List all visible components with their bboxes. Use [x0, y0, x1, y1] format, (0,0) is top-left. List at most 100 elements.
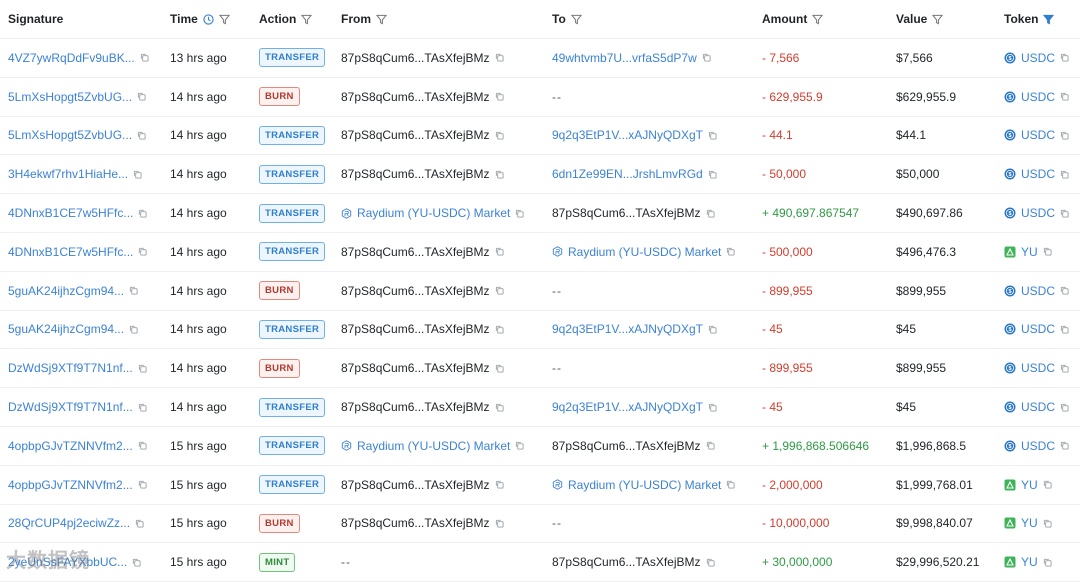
to-address[interactable]: 9q2q3EtP1V...xAJNyQDXgT — [552, 128, 703, 142]
token-link[interactable]: YU — [1021, 245, 1038, 259]
copy-icon[interactable] — [515, 441, 524, 450]
token-link[interactable]: YU — [1021, 516, 1038, 530]
from-address[interactable]: 87pS8qCum6...TAsXfejBMz — [341, 128, 490, 142]
signature-link[interactable]: 4DNnxB1CE7w5HFfc... — [8, 206, 133, 220]
copy-icon[interactable] — [129, 325, 138, 334]
copy-icon[interactable] — [706, 558, 715, 567]
copy-icon[interactable] — [495, 286, 504, 295]
from-address[interactable]: 87pS8qCum6...TAsXfejBMz — [341, 51, 490, 65]
token-link[interactable]: USDC — [1021, 206, 1055, 220]
copy-icon[interactable] — [1043, 247, 1052, 256]
copy-icon[interactable] — [515, 209, 524, 218]
signature-link[interactable]: 3H4ekwf7rhv1HiaHe... — [8, 167, 128, 181]
to-address[interactable]: 87pS8qCum6...TAsXfejBMz — [552, 439, 701, 453]
token-link[interactable]: USDC — [1021, 90, 1055, 104]
signature-link[interactable]: 4opbpGJvTZNNVfm2... — [8, 439, 133, 453]
copy-icon[interactable] — [138, 364, 147, 373]
to-address[interactable]: 9q2q3EtP1V...xAJNyQDXgT — [552, 322, 703, 336]
copy-icon[interactable] — [495, 92, 504, 101]
copy-icon[interactable] — [706, 441, 715, 450]
copy-icon[interactable] — [1060, 209, 1069, 218]
copy-icon[interactable] — [1060, 286, 1069, 295]
copy-icon[interactable] — [138, 480, 147, 489]
copy-icon[interactable] — [726, 480, 735, 489]
filter-icon[interactable] — [218, 14, 230, 25]
filter-active-icon[interactable] — [1043, 14, 1055, 25]
signature-link[interactable]: 5LmXsHopgt5ZvbUG... — [8, 90, 132, 104]
token-link[interactable]: USDC — [1021, 51, 1055, 65]
signature-link[interactable]: 5guAK24ijhzCgm94... — [8, 284, 124, 298]
signature-link[interactable]: DzWdSj9XTf9T7N1nf... — [8, 361, 133, 375]
copy-icon[interactable] — [495, 170, 504, 179]
copy-icon[interactable] — [708, 170, 717, 179]
signature-link[interactable]: DzWdSj9XTf9T7N1nf... — [8, 400, 133, 414]
from-address[interactable]: 87pS8qCum6...TAsXfejBMz — [341, 90, 490, 104]
to-address[interactable]: 49whtvmb7U...vrfaS5dP7w — [552, 51, 697, 65]
token-link[interactable]: YU — [1021, 478, 1038, 492]
from-address[interactable]: 87pS8qCum6...TAsXfejBMz — [341, 284, 490, 298]
signature-link[interactable]: 4opbpGJvTZNNVfm2... — [8, 478, 133, 492]
copy-icon[interactable] — [138, 247, 147, 256]
token-link[interactable]: USDC — [1021, 167, 1055, 181]
to-address[interactable]: 87pS8qCum6...TAsXfejBMz — [552, 206, 701, 220]
copy-icon[interactable] — [708, 403, 717, 412]
from-address[interactable]: 87pS8qCum6...TAsXfejBMz — [341, 400, 490, 414]
copy-icon[interactable] — [138, 209, 147, 218]
filter-icon[interactable] — [301, 14, 313, 25]
filter-icon[interactable] — [570, 14, 582, 25]
to-address[interactable]: Raydium (YU-USDC) Market — [568, 245, 721, 259]
copy-icon[interactable] — [708, 325, 717, 334]
copy-icon[interactable] — [1060, 325, 1069, 334]
copy-icon[interactable] — [726, 247, 735, 256]
from-address[interactable]: 87pS8qCum6...TAsXfejBMz — [341, 478, 490, 492]
copy-icon[interactable] — [1060, 131, 1069, 140]
copy-icon[interactable] — [495, 364, 504, 373]
to-address[interactable]: 6dn1Ze99EN...JrshLmvRGd — [552, 167, 703, 181]
token-link[interactable]: USDC — [1021, 361, 1055, 375]
from-address[interactable]: Raydium (YU-USDC) Market — [357, 439, 510, 453]
filter-icon[interactable] — [376, 14, 387, 25]
copy-icon[interactable] — [495, 480, 504, 489]
signature-link[interactable]: 5LmXsHopgt5ZvbUG... — [8, 128, 132, 142]
token-link[interactable]: USDC — [1021, 439, 1055, 453]
copy-icon[interactable] — [133, 170, 142, 179]
from-address[interactable]: 87pS8qCum6...TAsXfejBMz — [341, 245, 490, 259]
from-address[interactable]: Raydium (YU-USDC) Market — [357, 206, 510, 220]
copy-icon[interactable] — [1043, 480, 1052, 489]
token-link[interactable]: YU — [1021, 555, 1038, 569]
copy-icon[interactable] — [138, 403, 147, 412]
copy-icon[interactable] — [1060, 441, 1069, 450]
copy-icon[interactable] — [708, 131, 717, 140]
filter-icon[interactable] — [812, 14, 824, 25]
copy-icon[interactable] — [495, 53, 504, 62]
copy-icon[interactable] — [1060, 53, 1069, 62]
filter-icon[interactable] — [932, 14, 944, 25]
to-address[interactable]: 9q2q3EtP1V...xAJNyQDXgT — [552, 400, 703, 414]
copy-icon[interactable] — [1060, 364, 1069, 373]
token-link[interactable]: USDC — [1021, 322, 1055, 336]
copy-icon[interactable] — [129, 286, 138, 295]
copy-icon[interactable] — [1060, 92, 1069, 101]
copy-icon[interactable] — [1060, 170, 1069, 179]
copy-icon[interactable] — [706, 209, 715, 218]
copy-icon[interactable] — [495, 131, 504, 140]
token-link[interactable]: USDC — [1021, 128, 1055, 142]
copy-icon[interactable] — [702, 53, 711, 62]
from-address[interactable]: 87pS8qCum6...TAsXfejBMz — [341, 516, 490, 530]
copy-icon[interactable] — [132, 558, 141, 567]
signature-link[interactable]: 4VZ7ywRqDdFv9uBK... — [8, 51, 135, 65]
copy-icon[interactable] — [137, 92, 146, 101]
copy-icon[interactable] — [1043, 558, 1052, 567]
to-address[interactable]: 87pS8qCum6...TAsXfejBMz — [552, 555, 701, 569]
copy-icon[interactable] — [140, 53, 149, 62]
from-address[interactable]: 87pS8qCum6...TAsXfejBMz — [341, 167, 490, 181]
token-link[interactable]: USDC — [1021, 400, 1055, 414]
from-address[interactable]: 87pS8qCum6...TAsXfejBMz — [341, 322, 490, 336]
signature-link[interactable]: 2yeUnSsFAYXbbUC... — [8, 555, 127, 569]
copy-icon[interactable] — [495, 325, 504, 334]
token-link[interactable]: USDC — [1021, 284, 1055, 298]
copy-icon[interactable] — [1043, 519, 1052, 528]
copy-icon[interactable] — [495, 247, 504, 256]
signature-link[interactable]: 4DNnxB1CE7w5HFfc... — [8, 245, 133, 259]
copy-icon[interactable] — [1060, 403, 1069, 412]
